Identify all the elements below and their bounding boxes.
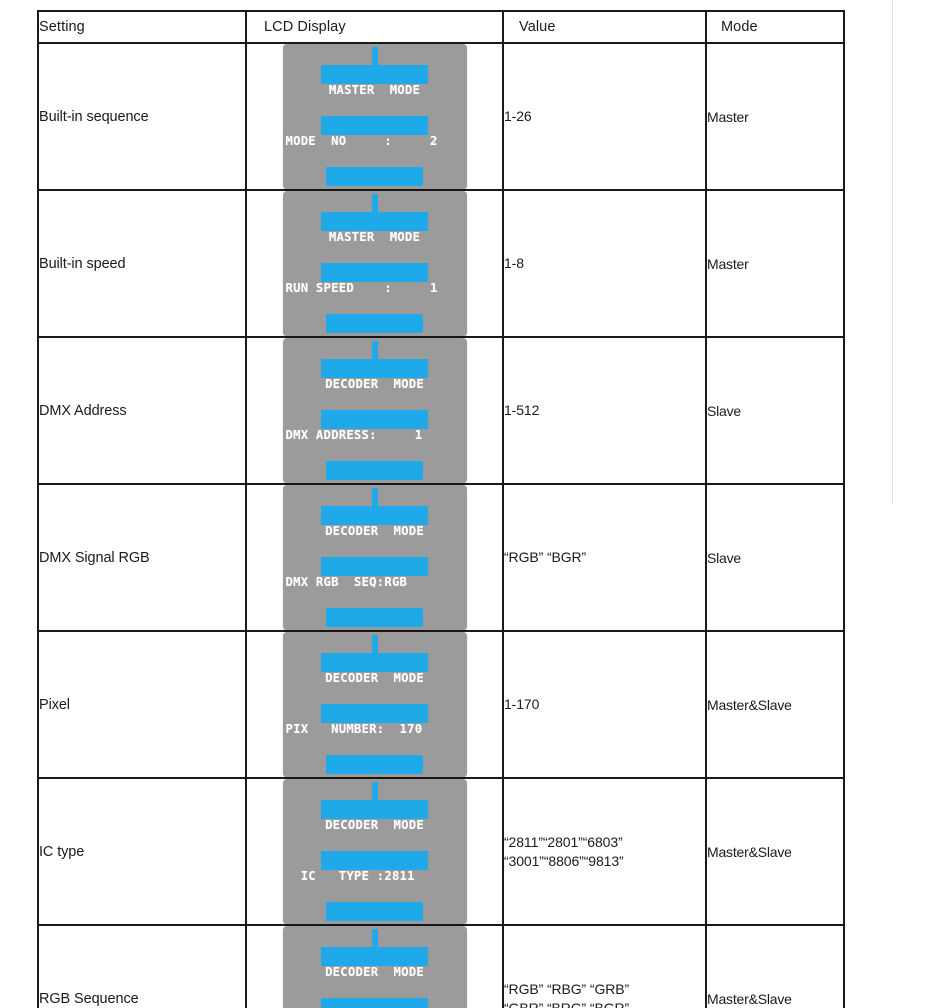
page-margin-rule xyxy=(892,0,893,504)
lcd-line-1: MASTER MODE xyxy=(286,230,464,245)
column-header-mode: Mode xyxy=(706,11,844,43)
column-header-value: Value xyxy=(503,11,706,43)
setting-label: Built-in speed xyxy=(38,190,246,337)
value-line-2: “GBR” “BRG” “BGR” xyxy=(504,999,705,1008)
setting-label: IC type xyxy=(38,778,246,925)
lcd-screen: DECODER MODE IC TYPE :2811 xyxy=(286,782,464,921)
lcd-line-2: DMX ADDRESS: 1 xyxy=(286,428,464,443)
value-line-1: 1-8 xyxy=(504,254,705,272)
lcd-module: DECODER MODE DMX RGB SEQ:RGB xyxy=(283,485,467,630)
lcd-screen: DECODER MODE PIX NUMBER: 170 xyxy=(286,635,464,774)
lcd-screen: DECODER MODE LED RGB SEQ :RGB xyxy=(286,929,464,1008)
table-row: DMX Signal RGB DECODER MODE DMX RGB SEQ:… xyxy=(38,484,844,631)
value-cell: 1-8 xyxy=(503,190,706,337)
table-row: Built-in sequence MASTER MODE MODE NO : … xyxy=(38,43,844,190)
value-cell: “RGB” “BGR” xyxy=(503,484,706,631)
table-row: IC type DECODER MODE IC TYPE :2811 “2811… xyxy=(38,778,844,925)
lcd-module: MASTER MODE MODE NO : 2 xyxy=(283,44,467,189)
lcd-module: MASTER MODE RUN SPEED : 1 xyxy=(283,191,467,336)
lcd-line-2: IC TYPE :2811 xyxy=(286,869,464,884)
lcd-module: DECODER MODE PIX NUMBER: 170 xyxy=(283,632,467,777)
setting-label: Built-in sequence xyxy=(38,43,246,190)
value-line-1: “2811”“2801”“6803” xyxy=(504,833,705,851)
lcd-screen: MASTER MODE RUN SPEED : 1 xyxy=(286,194,464,333)
value-line-1: 1-512 xyxy=(504,401,705,419)
column-header-lcd-display: LCD Display xyxy=(246,11,503,43)
value-line-1: 1-170 xyxy=(504,695,705,713)
lcd-screen: DECODER MODE DMX RGB SEQ:RGB xyxy=(286,488,464,627)
table-row: RGB Sequence DECODER MODE LED RGB SEQ :R… xyxy=(38,925,844,1008)
mode-cell: Master&Slave xyxy=(706,925,844,1008)
lcd-display-cell: DECODER MODE DMX ADDRESS: 1 xyxy=(246,337,503,484)
lcd-module: DECODER MODE DMX ADDRESS: 1 xyxy=(283,338,467,483)
table-header-row: Setting LCD Display Value Mode xyxy=(38,11,844,43)
lcd-screen: DECODER MODE DMX ADDRESS: 1 xyxy=(286,341,464,480)
lcd-module: DECODER MODE LED RGB SEQ :RGB xyxy=(283,926,467,1008)
lcd-line-1: MASTER MODE xyxy=(286,83,464,98)
lcd-display-cell: DECODER MODE IC TYPE :2811 xyxy=(246,778,503,925)
mode-cell: Master xyxy=(706,43,844,190)
table-body: Built-in sequence MASTER MODE MODE NO : … xyxy=(38,43,844,1008)
lcd-line-1: DECODER MODE xyxy=(286,671,464,686)
column-header-setting: Setting xyxy=(38,11,246,43)
lcd-line-1: DECODER MODE xyxy=(286,377,464,392)
setting-label: RGB Sequence xyxy=(38,925,246,1008)
mode-cell: Master&Slave xyxy=(706,778,844,925)
lcd-line-2: MODE NO : 2 xyxy=(286,134,464,149)
lcd-line-2: PIX NUMBER: 170 xyxy=(286,722,464,737)
page-root: Setting LCD Display Value Mode Built-in … xyxy=(0,0,937,504)
lcd-line-1: DECODER MODE xyxy=(286,524,464,539)
mode-cell: Master&Slave xyxy=(706,631,844,778)
setting-label: DMX Signal RGB xyxy=(38,484,246,631)
settings-table: Setting LCD Display Value Mode Built-in … xyxy=(37,10,845,1008)
setting-label: DMX Address xyxy=(38,337,246,484)
lcd-display-cell: DECODER MODE PIX NUMBER: 170 xyxy=(246,631,503,778)
value-cell: “RGB” “RBG” “GRB” “GBR” “BRG” “BGR” xyxy=(503,925,706,1008)
value-cell: 1-26 xyxy=(503,43,706,190)
table-row: Built-in speed MASTER MODE RUN SPEED : 1… xyxy=(38,190,844,337)
lcd-line-2: DMX RGB SEQ:RGB xyxy=(286,575,464,590)
mode-cell: Slave xyxy=(706,337,844,484)
setting-label: Pixel xyxy=(38,631,246,778)
lcd-display-cell: MASTER MODE MODE NO : 2 xyxy=(246,43,503,190)
value-line-1: “RGB” “RBG” “GRB” xyxy=(504,980,705,998)
value-cell: “2811”“2801”“6803” “3001”“8806”“9813” xyxy=(503,778,706,925)
lcd-display-cell: DECODER MODE LED RGB SEQ :RGB xyxy=(246,925,503,1008)
lcd-display-cell: DECODER MODE DMX RGB SEQ:RGB xyxy=(246,484,503,631)
lcd-line-1: DECODER MODE xyxy=(286,818,464,833)
lcd-module: DECODER MODE IC TYPE :2811 xyxy=(283,779,467,924)
value-line-1: 1-26 xyxy=(504,107,705,125)
lcd-line-2: RUN SPEED : 1 xyxy=(286,281,464,296)
value-line-2: “3001”“8806”“9813” xyxy=(504,852,705,870)
lcd-screen: MASTER MODE MODE NO : 2 xyxy=(286,47,464,186)
mode-cell: Master xyxy=(706,190,844,337)
lcd-display-cell: MASTER MODE RUN SPEED : 1 xyxy=(246,190,503,337)
value-line-1: “RGB” “BGR” xyxy=(504,548,705,566)
table-row: Pixel DECODER MODE PIX NUMBER: 170 1-170… xyxy=(38,631,844,778)
table-row: DMX Address DECODER MODE DMX ADDRESS: 1 … xyxy=(38,337,844,484)
value-cell: 1-512 xyxy=(503,337,706,484)
value-cell: 1-170 xyxy=(503,631,706,778)
mode-cell: Slave xyxy=(706,484,844,631)
lcd-line-1: DECODER MODE xyxy=(286,965,464,980)
